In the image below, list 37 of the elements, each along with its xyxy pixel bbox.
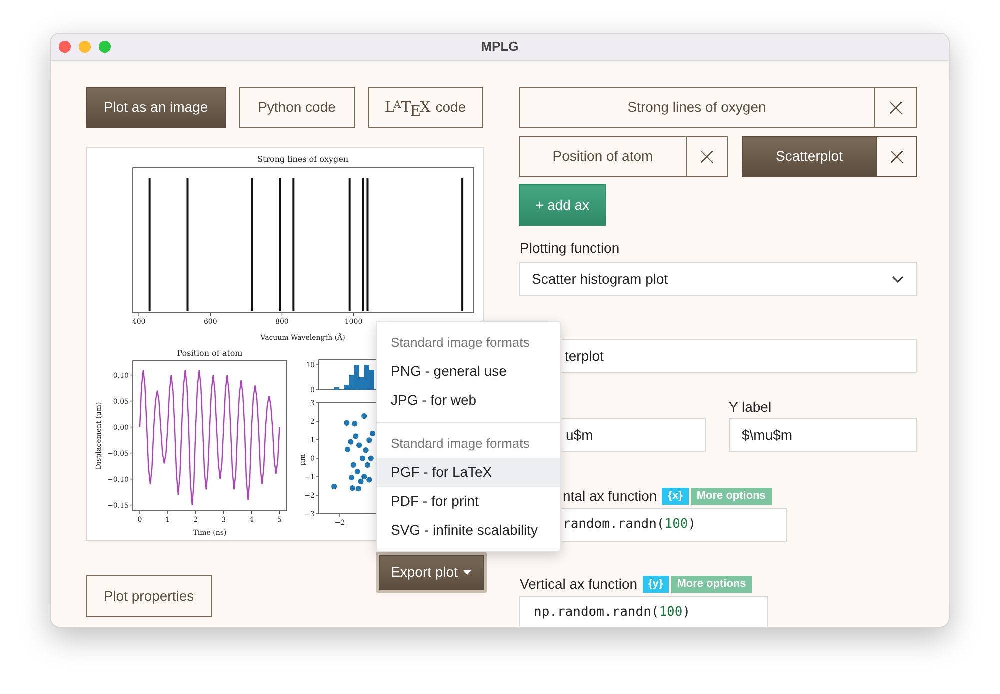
y-label-field[interactable]: $\mu$m bbox=[729, 418, 917, 452]
menu-item[interactable]: PGF - for LaTeX bbox=[377, 458, 560, 487]
plotting-function-select[interactable]: Scatter histogram plot bbox=[519, 262, 917, 296]
x-label-field[interactable]: u$m bbox=[562, 418, 706, 452]
close-window-icon[interactable] bbox=[59, 41, 71, 53]
menu-item[interactable]: PNG - general use bbox=[377, 357, 560, 386]
view-button[interactable]: Plot as an image bbox=[86, 87, 226, 128]
menu-item[interactable]: PDF - for print bbox=[377, 487, 560, 516]
field-label: ntal ax function bbox=[562, 487, 658, 506]
ax-tab[interactable]: Position of atom bbox=[519, 136, 687, 177]
export-plot-button[interactable]: Export plot bbox=[379, 555, 484, 590]
view-button[interactable]: Python code bbox=[239, 87, 355, 128]
close-button[interactable] bbox=[875, 87, 917, 128]
menu-item[interactable]: JPG - for web bbox=[377, 386, 560, 415]
variable-badge: {x} bbox=[662, 488, 689, 504]
field-label: Vertical ax function bbox=[519, 575, 638, 594]
code-field[interactable]: random.randn(100) bbox=[562, 508, 787, 542]
title-field[interactable]: terplot bbox=[562, 339, 917, 373]
add-ax-button[interactable]: + add ax bbox=[519, 184, 606, 226]
caret-icon bbox=[463, 570, 472, 575]
menu-header: Standard image formats bbox=[390, 334, 531, 352]
ax-tab[interactable]: Scatterplot bbox=[742, 136, 877, 177]
ax-tab[interactable]: Strong lines of oxygen bbox=[519, 87, 875, 128]
menu-header: Standard image formats bbox=[390, 434, 531, 453]
chart-title: Strong lines of oxygen bbox=[258, 155, 348, 164]
chevron-down-icon bbox=[892, 276, 904, 282]
variable-badge: {y} bbox=[642, 576, 670, 592]
window-title: MPLG bbox=[481, 38, 519, 56]
close-button[interactable] bbox=[687, 136, 728, 177]
plot-properties-button[interactable]: Plot properties bbox=[86, 575, 212, 617]
field-label: Plotting function bbox=[519, 239, 621, 258]
field-label: Y label bbox=[729, 398, 773, 417]
histogram-bars-drawing bbox=[334, 365, 374, 390]
code-field[interactable]: np.random.randn(100) bbox=[519, 596, 768, 627]
close-button[interactable] bbox=[877, 136, 917, 177]
chart-title: Position of atom bbox=[177, 349, 243, 358]
menu-item[interactable]: SVG - infinite scalability bbox=[377, 516, 560, 545]
